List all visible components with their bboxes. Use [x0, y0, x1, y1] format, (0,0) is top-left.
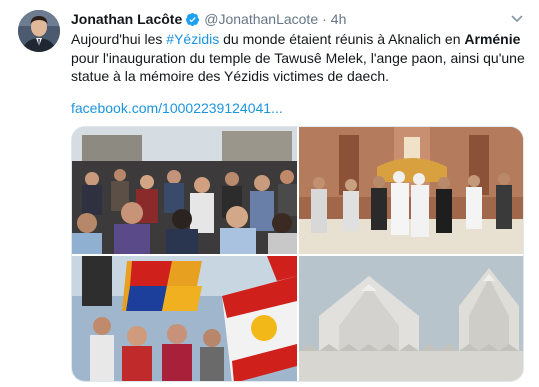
- tweet-header: Jonathan Lacôte @JonathanLacote · 4h: [71, 10, 346, 28]
- avatar[interactable]: [18, 10, 60, 52]
- verified-badge-icon: [185, 12, 200, 27]
- tweet-text-part: Aujourd'hui les: [71, 31, 167, 47]
- tweet-text-part: pour l'inauguration du temple de Tawusê …: [71, 49, 525, 85]
- tweet[interactable]: Jonathan Lacôte @JonathanLacote · 4h Auj…: [0, 0, 539, 387]
- header-separator: ·: [322, 11, 327, 27]
- tweet-timestamp[interactable]: 4h: [331, 11, 347, 27]
- tweet-text-part: du monde étaient réunis à Aknalich en: [219, 31, 465, 47]
- tweet-text: Aujourd'hui les #Yézidis du monde étaien…: [71, 30, 531, 86]
- chevron-down-icon[interactable]: [510, 12, 524, 26]
- author-name[interactable]: Jonathan Lacôte: [71, 11, 182, 27]
- media-grid[interactable]: [71, 126, 524, 382]
- photo-temple-exterior[interactable]: [299, 256, 523, 381]
- tweet-text-bold: Arménie: [464, 31, 521, 47]
- photo-flags[interactable]: [72, 256, 297, 381]
- photo-crowd[interactable]: [72, 127, 297, 254]
- avatar-image: [18, 10, 60, 52]
- hashtag-link[interactable]: #Yézidis: [166, 31, 219, 47]
- author-handle[interactable]: @JonathanLacote: [204, 11, 318, 27]
- photo-temple-interior[interactable]: [299, 127, 523, 254]
- facebook-link[interactable]: facebook.com/10002239124041...: [71, 100, 283, 116]
